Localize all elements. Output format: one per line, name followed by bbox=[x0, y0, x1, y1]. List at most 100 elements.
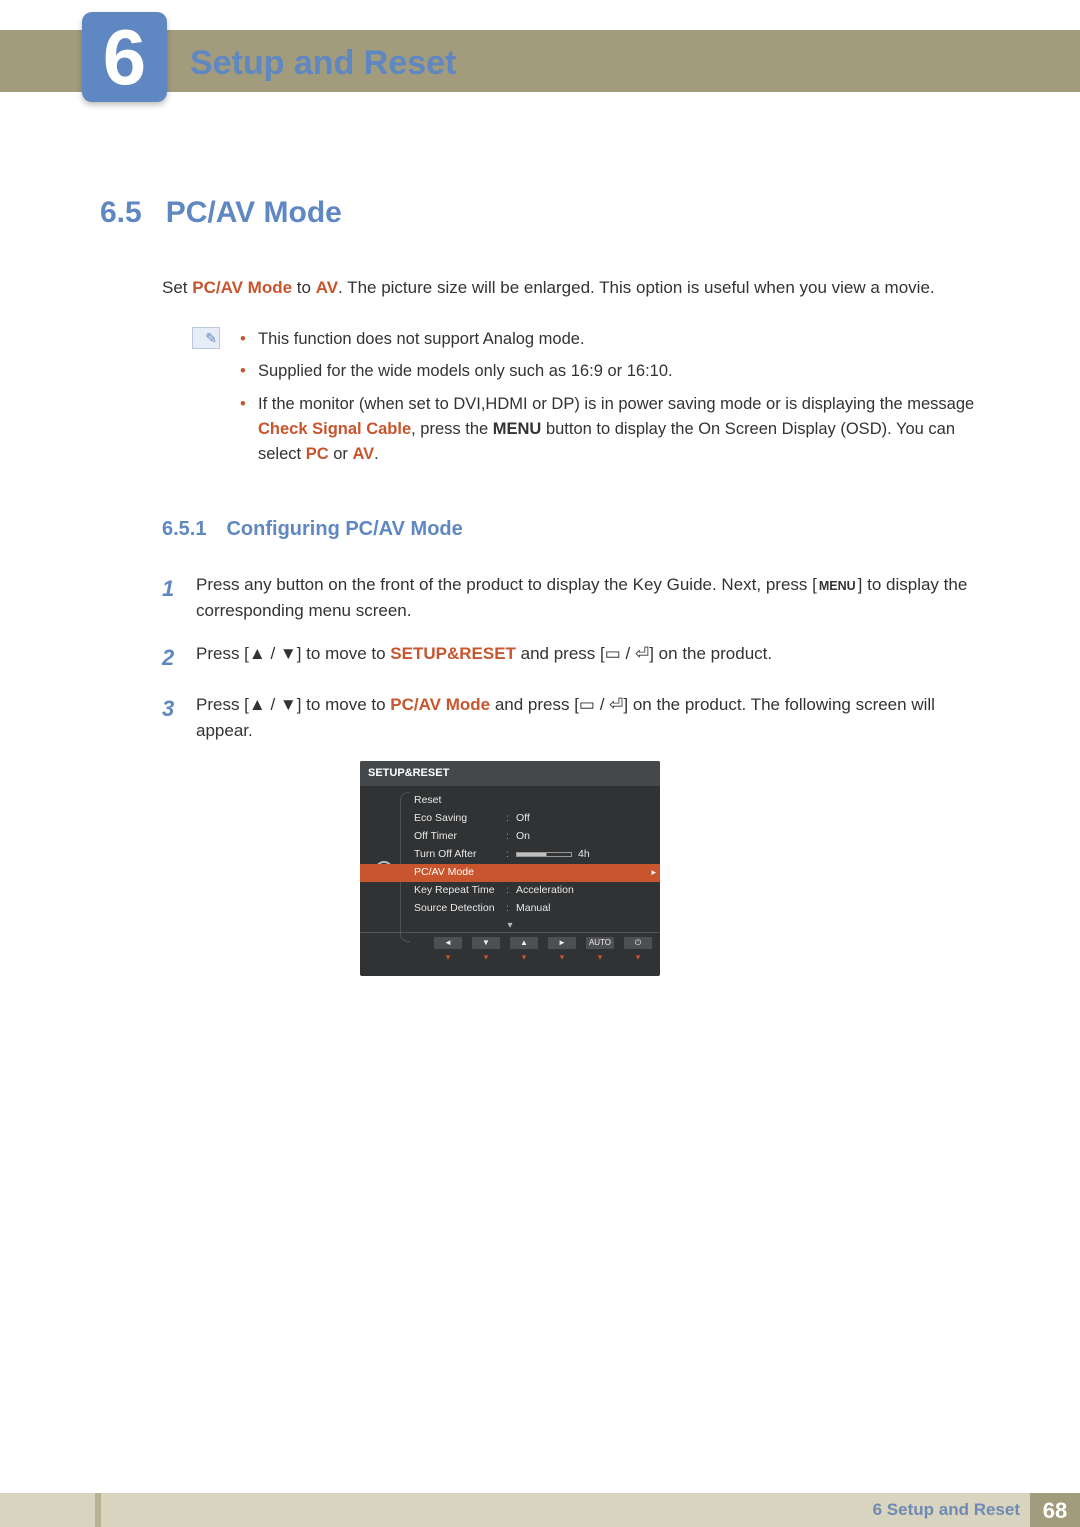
osd-row-eco: Eco Saving:Off bbox=[414, 810, 660, 828]
page-content: 6.5 PC/AV Mode Set PC/AV Mode to AV. The… bbox=[100, 190, 980, 976]
step-number: 1 bbox=[162, 572, 182, 623]
subsection-heading: 6.5.1 Configuring PC/AV Mode bbox=[162, 514, 980, 544]
menu-key: MENU bbox=[817, 577, 858, 596]
text: ] to move to bbox=[297, 644, 391, 663]
osd-row-label: Source Detection bbox=[414, 901, 506, 917]
highlight: AV bbox=[352, 445, 374, 463]
highlight: PC/AV Mode bbox=[390, 695, 490, 714]
footer-page-number: 68 bbox=[1030, 1493, 1080, 1527]
note-item: This function does not support Analog mo… bbox=[240, 327, 980, 352]
note-item: If the monitor (when set to DVI,HDMI or … bbox=[240, 392, 980, 466]
osd-row-value: Manual bbox=[516, 901, 650, 917]
section-title: PC/AV Mode bbox=[166, 190, 342, 235]
arrow-keys-icon: ▲ / ▼ bbox=[249, 695, 297, 714]
osd-screenshot: SETUP&RESET Reset Eco Saving:Off Off Tim… bbox=[360, 761, 980, 976]
note-icon bbox=[192, 327, 220, 349]
page-footer: 6 Setup and Reset 68 bbox=[0, 1493, 1080, 1527]
text: Press [ bbox=[196, 695, 249, 714]
step-number: 2 bbox=[162, 641, 182, 674]
text: ] on the product. bbox=[649, 644, 772, 663]
highlight: PC/AV Mode bbox=[192, 278, 292, 297]
step-body: Press any button on the front of the pro… bbox=[196, 572, 980, 623]
chapter-badge: 6 bbox=[82, 12, 167, 102]
osd-nav-down: ▼▾ bbox=[472, 937, 500, 965]
text: Press any button on the front of the pro… bbox=[196, 575, 817, 594]
osd-row-turnoff: Turn Off After: 4h bbox=[414, 846, 660, 864]
osd-nav-auto: AUTO ▾ bbox=[586, 937, 614, 965]
osd-body: Reset Eco Saving:Off Off Timer:On Turn O… bbox=[360, 786, 660, 977]
arrow-keys-icon: ▲ / ▼ bbox=[249, 644, 297, 663]
section-intro: Set PC/AV Mode to AV. The picture size w… bbox=[162, 275, 980, 301]
highlight: Check Signal Cable bbox=[258, 420, 411, 438]
osd-row-value: On bbox=[516, 829, 650, 845]
osd-row-reset: Reset bbox=[414, 792, 660, 810]
nav-bot: ▾ bbox=[624, 951, 652, 965]
nav-top: ▼ bbox=[472, 937, 500, 949]
text: ] to move to bbox=[297, 695, 391, 714]
osd-panel: SETUP&RESET Reset Eco Saving:Off Off Tim… bbox=[360, 761, 660, 976]
nav-bot: ▾ bbox=[434, 951, 462, 965]
subsection-number: 6.5.1 bbox=[162, 514, 206, 544]
note-item: Supplied for the wide models only such a… bbox=[240, 359, 980, 384]
note-list: This function does not support Analog mo… bbox=[240, 327, 980, 475]
subsection-title: Configuring PC/AV Mode bbox=[226, 514, 462, 544]
osd-row-keyrepeat: Key Repeat Time:Acceleration bbox=[414, 882, 660, 900]
osd-row-label: Turn Off After bbox=[414, 847, 506, 863]
osd-row-value: Off bbox=[516, 811, 650, 827]
osd-row-label: Reset bbox=[414, 793, 506, 809]
step-body: Press [▲ / ▼] to move to PC/AV Mode and … bbox=[196, 692, 980, 743]
slider-icon bbox=[516, 852, 572, 857]
osd-nav-power: ⏻▾ bbox=[624, 937, 652, 965]
nav-top: AUTO bbox=[586, 937, 614, 949]
osd-row-label: PC/AV Mode bbox=[414, 865, 506, 881]
osd-nav-right: ►▾ bbox=[548, 937, 576, 965]
text: If the monitor (when set to DVI,HDMI or … bbox=[258, 395, 974, 413]
chapter-title: Setup and Reset bbox=[190, 38, 456, 89]
bold: MENU bbox=[493, 420, 542, 438]
text: . The picture size will be enlarged. Thi… bbox=[338, 278, 935, 297]
text: or bbox=[329, 445, 353, 463]
nav-top: ⏻ bbox=[624, 937, 652, 949]
text: , press the bbox=[411, 420, 493, 438]
osd-nav-up: ▲▾ bbox=[510, 937, 538, 965]
footer-accent bbox=[95, 1493, 101, 1527]
osd-slider-value: 4h bbox=[578, 848, 590, 860]
colon: : bbox=[506, 883, 516, 899]
colon: : bbox=[506, 901, 516, 917]
step-number: 3 bbox=[162, 692, 182, 743]
colon: : bbox=[506, 847, 516, 863]
colon: : bbox=[506, 811, 516, 827]
steps-list: 1 Press any button on the front of the p… bbox=[162, 572, 980, 743]
text: and press [ bbox=[516, 644, 605, 663]
nav-top: ◄ bbox=[434, 937, 462, 949]
osd-row-value: Acceleration bbox=[516, 883, 650, 899]
osd-row-sourcedetect: Source Detection:Manual bbox=[414, 900, 660, 918]
nav-top: ► bbox=[548, 937, 576, 949]
nav-bot: ▾ bbox=[472, 951, 500, 965]
step: 1 Press any button on the front of the p… bbox=[162, 572, 980, 623]
enter-keys-icon: ▭ / ⏎ bbox=[579, 695, 623, 714]
nav-bot: ▾ bbox=[586, 951, 614, 965]
enter-keys-icon: ▭ / ⏎ bbox=[605, 644, 649, 663]
osd-rows: Reset Eco Saving:Off Off Timer:On Turn O… bbox=[414, 792, 660, 918]
text: . bbox=[374, 445, 379, 463]
nav-bot: ▾ bbox=[548, 951, 576, 965]
highlight: AV bbox=[316, 278, 338, 297]
footer-chapter-label: 6 Setup and Reset bbox=[873, 1497, 1020, 1523]
osd-nav-left: ◄▾ bbox=[434, 937, 462, 965]
osd-row-label: Off Timer bbox=[414, 829, 506, 845]
highlight: PC bbox=[306, 445, 329, 463]
section-heading: 6.5 PC/AV Mode bbox=[100, 190, 980, 235]
nav-bot: ▾ bbox=[510, 951, 538, 965]
highlight: SETUP&RESET bbox=[390, 644, 516, 663]
osd-row-pcav-selected: PC/AV Mode bbox=[360, 864, 660, 882]
osd-row-label: Key Repeat Time bbox=[414, 883, 506, 899]
nav-top: ▲ bbox=[510, 937, 538, 949]
step: 2 Press [▲ / ▼] to move to SETUP&RESET a… bbox=[162, 641, 980, 674]
osd-row-label: Eco Saving bbox=[414, 811, 506, 827]
osd-row-offtimer: Off Timer:On bbox=[414, 828, 660, 846]
note-block: This function does not support Analog mo… bbox=[192, 327, 980, 475]
text: Set bbox=[162, 278, 192, 297]
text: Press [ bbox=[196, 644, 249, 663]
step: 3 Press [▲ / ▼] to move to PC/AV Mode an… bbox=[162, 692, 980, 743]
